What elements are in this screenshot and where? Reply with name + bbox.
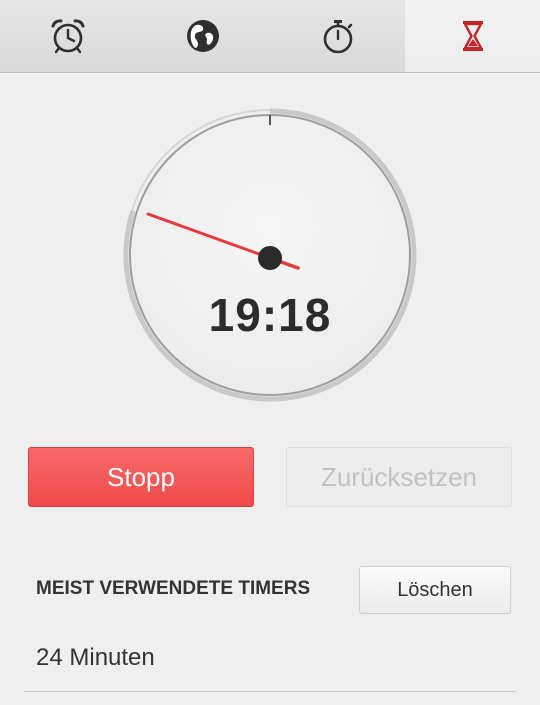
globe-icon [186,20,219,52]
timer-readout: 19:18 [208,289,332,341]
stopwatch-icon [323,20,352,54]
tab-bar [0,0,540,73]
dial-center-pin [258,246,282,270]
timer-dial[interactable] [120,105,420,405]
clear-button[interactable]: Löschen [359,566,511,614]
list-divider [24,691,516,692]
tab-timer[interactable] [405,0,540,72]
reset-button[interactable]: Zurücksetzen [286,447,512,507]
recent-timers-heading: MEIST VERWENDETE TIMERS [36,578,311,599]
hourglass-icon [462,21,483,51]
tab-alarm[interactable] [0,0,135,72]
tab-stopwatch[interactable] [270,0,405,72]
tab-world-clock[interactable] [135,0,270,72]
alarm-clock-icon [51,19,84,54]
list-item[interactable]: 24 Minuten [36,644,155,672]
stop-button[interactable]: Stopp [28,447,254,507]
